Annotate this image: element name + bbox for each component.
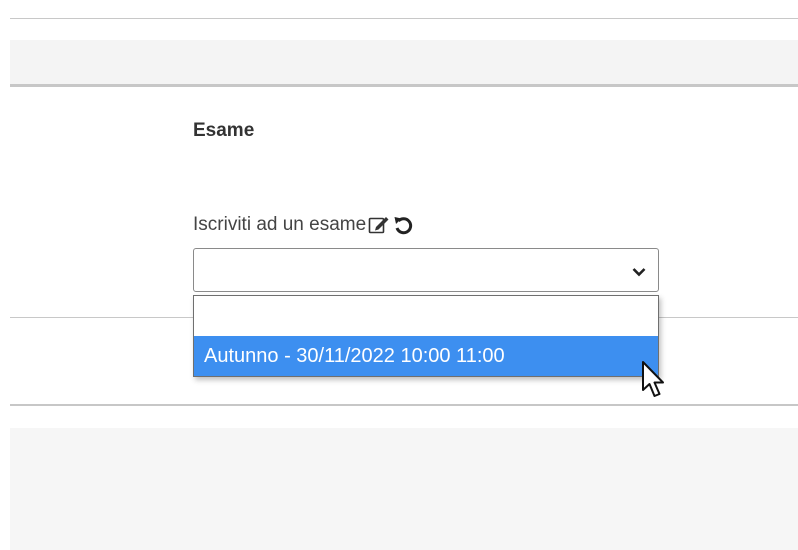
dropdown-option-empty[interactable]	[194, 296, 658, 336]
divider-lower	[10, 404, 798, 406]
footer-band	[10, 428, 798, 550]
exam-select[interactable]	[193, 248, 659, 292]
edit-icon[interactable]	[368, 215, 390, 235]
header-band-border	[10, 84, 798, 87]
dropdown-option-autunno[interactable]: Autunno - 30/11/2022 10:00 11:00	[194, 336, 658, 376]
field-label: Iscriviti ad un esame	[193, 214, 367, 235]
divider-top	[10, 18, 798, 19]
header-band	[10, 40, 798, 84]
chevron-down-icon	[632, 264, 646, 282]
exam-dropdown-list[interactable]: Autunno - 30/11/2022 10:00 11:00	[193, 295, 659, 377]
undo-icon[interactable]	[392, 215, 414, 235]
field-label-row: Iscriviti ad un esame	[193, 214, 414, 236]
mouse-cursor-icon	[641, 360, 669, 407]
section-title: Esame	[193, 120, 255, 141]
